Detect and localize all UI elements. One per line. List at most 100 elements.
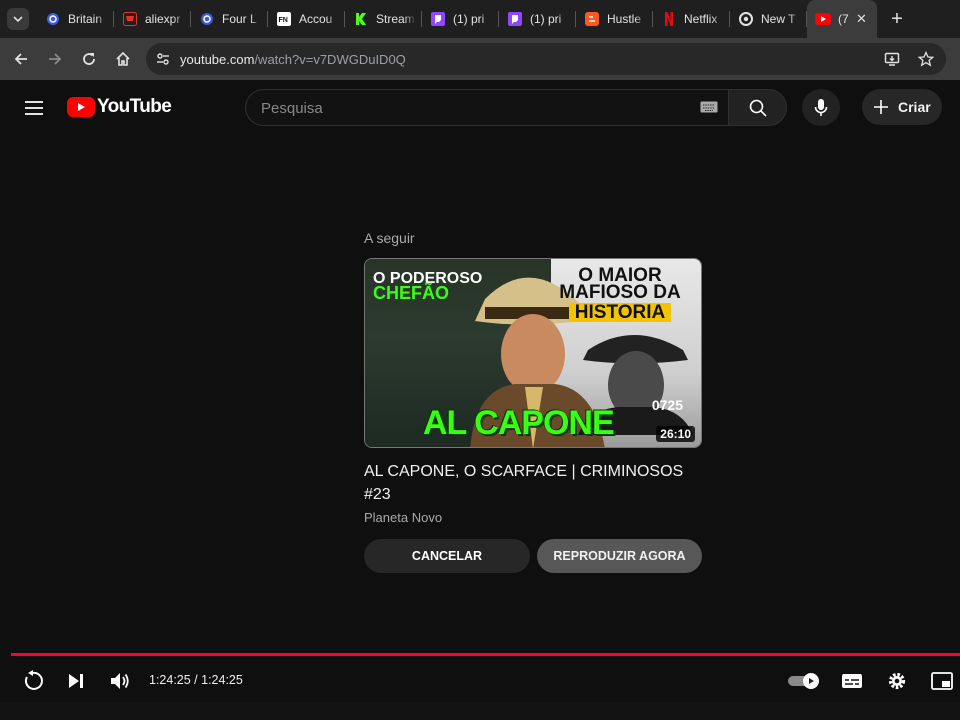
thumbnail-dates: 0725 (651, 397, 683, 413)
create-label: Criar (898, 99, 931, 115)
home-icon (116, 51, 130, 66)
autoplay-toggle-icon (788, 673, 819, 689)
gear-icon (888, 672, 906, 690)
tab-title: (7 (838, 12, 849, 26)
youtube-logo[interactable]: YouTube (67, 96, 172, 118)
replay-icon (24, 670, 43, 690)
tab-1[interactable]: aliexpr (114, 0, 191, 38)
menu-button[interactable] (22, 96, 46, 120)
subtitles-icon (842, 674, 862, 688)
tab-title: (1) pri (453, 12, 485, 26)
tab-7[interactable]: Hustle (576, 0, 653, 38)
thumbnail-main-text: AL CAPONE (423, 404, 615, 442)
thumbnail-caption-right: O MAIOR MAFIOSO DA HISTORIA (559, 265, 681, 323)
tab-8[interactable]: Netflix (653, 0, 730, 38)
reload-button[interactable] (72, 42, 106, 76)
keyboard-icon[interactable] (700, 100, 718, 114)
time-display: 1:24:25 / 1:24:25 (149, 673, 243, 687)
tab-title: Accou (299, 12, 333, 26)
url-host: youtube.com (180, 51, 255, 67)
progress-bar[interactable] (11, 653, 960, 656)
play-now-button[interactable]: REPRODUZIR AGORA (537, 539, 702, 573)
search-box (245, 89, 728, 126)
tab-title: (1) pri (530, 12, 562, 26)
tab-3[interactable]: FN Accou (268, 0, 345, 38)
microphone-icon (814, 98, 828, 116)
chevron-down-icon (13, 16, 23, 23)
blogger-icon (584, 11, 600, 27)
plus-icon (874, 100, 888, 114)
video-player[interactable]: A seguir O PODEROSO CHEFÃO O MAIOR MAFIO… (0, 134, 960, 720)
browser-tab-strip: Britain aliexpr Four L FN Accou Stream (1) pri… (0, 0, 960, 38)
tab-title: Four L (222, 12, 257, 26)
bottom-strip (0, 702, 960, 720)
netflix-icon (661, 11, 677, 27)
arrow-right-icon (49, 53, 62, 65)
url-path: /watch?v=v7DWGDuID0Q (254, 51, 406, 67)
autoplay-toggle[interactable] (787, 666, 821, 696)
volume-icon (111, 673, 129, 689)
youtube-icon (815, 11, 831, 27)
plus-icon: + (891, 7, 903, 30)
chrome-icon (738, 11, 754, 27)
tab-title: Stream (376, 12, 415, 26)
mute-button[interactable] (105, 666, 135, 696)
tab-title: Netflix (684, 12, 718, 26)
url-text[interactable]: youtube.com/watch?v=v7DWGDuID0Q (180, 52, 406, 67)
tab-2[interactable]: Four L (191, 0, 268, 38)
miniplayer-button[interactable] (927, 666, 957, 696)
tab-0[interactable]: Britain (37, 0, 114, 38)
wheel-icon (199, 11, 215, 27)
subtitles-button[interactable] (837, 666, 867, 696)
tab-6[interactable]: (1) pri (499, 0, 576, 38)
up-next-title[interactable]: AL CAPONE, O SCARFACE | CRIMINOSOS #23 (364, 460, 704, 506)
youtube-play-icon (67, 97, 95, 117)
wheel-icon (45, 11, 61, 27)
skip-next-icon (69, 674, 83, 688)
voice-search-button[interactable] (802, 89, 840, 126)
replay-button[interactable] (18, 666, 48, 696)
cart-icon (122, 11, 138, 27)
settings-button[interactable] (882, 666, 912, 696)
tab-title: aliexpr (145, 12, 181, 26)
channel-name: Planeta Novo (364, 510, 443, 525)
install-app-icon[interactable] (878, 45, 906, 73)
back-button[interactable] (4, 42, 38, 76)
cancel-button[interactable]: CANCELAR (364, 539, 530, 573)
tab-active-youtube[interactable]: (7 ✕ (807, 0, 877, 38)
home-button[interactable] (106, 42, 140, 76)
new-tab-button[interactable]: + (883, 5, 911, 33)
close-icon[interactable]: ✕ (856, 11, 867, 27)
player-controls: 1:24:25 / 1:24:25 (0, 660, 960, 700)
bookmark-star-icon[interactable] (912, 45, 940, 73)
twitch-icon (507, 11, 523, 27)
site-info-icon[interactable] (149, 45, 177, 73)
forward-button[interactable] (38, 42, 72, 76)
browser-toolbar: youtube.com/watch?v=v7DWGDuID0Q (0, 38, 960, 80)
tab-4[interactable]: Stream (345, 0, 422, 38)
up-next-label: A seguir (364, 230, 415, 246)
duration-badge: 26:10 (656, 426, 695, 442)
svg-text:FN: FN (279, 17, 288, 24)
hamburger-icon (25, 101, 43, 115)
search-input[interactable] (261, 98, 681, 118)
tab-9[interactable]: New T (730, 0, 807, 38)
search-icon (749, 99, 767, 117)
fn-icon: FN (276, 11, 292, 27)
tab-title: New T (761, 12, 796, 26)
create-button[interactable]: Criar (862, 89, 942, 125)
up-next-thumbnail[interactable]: O PODEROSO CHEFÃO O MAIOR MAFIOSO DA HIS… (364, 258, 702, 448)
kick-icon (353, 11, 369, 27)
logo-text: YouTube (97, 96, 172, 117)
tab-title: Britain (68, 12, 103, 26)
address-bar[interactable]: youtube.com/watch?v=v7DWGDuID0Q (146, 43, 946, 75)
next-button[interactable] (61, 666, 91, 696)
tab-5[interactable]: (1) pri (422, 0, 499, 38)
reload-icon (83, 53, 95, 65)
tab-search-button[interactable] (7, 8, 29, 30)
search-button[interactable] (728, 89, 787, 126)
arrow-left-icon (14, 53, 27, 65)
tab-title: Hustle (607, 12, 642, 26)
miniplayer-icon (931, 672, 953, 690)
twitch-icon (430, 11, 446, 27)
